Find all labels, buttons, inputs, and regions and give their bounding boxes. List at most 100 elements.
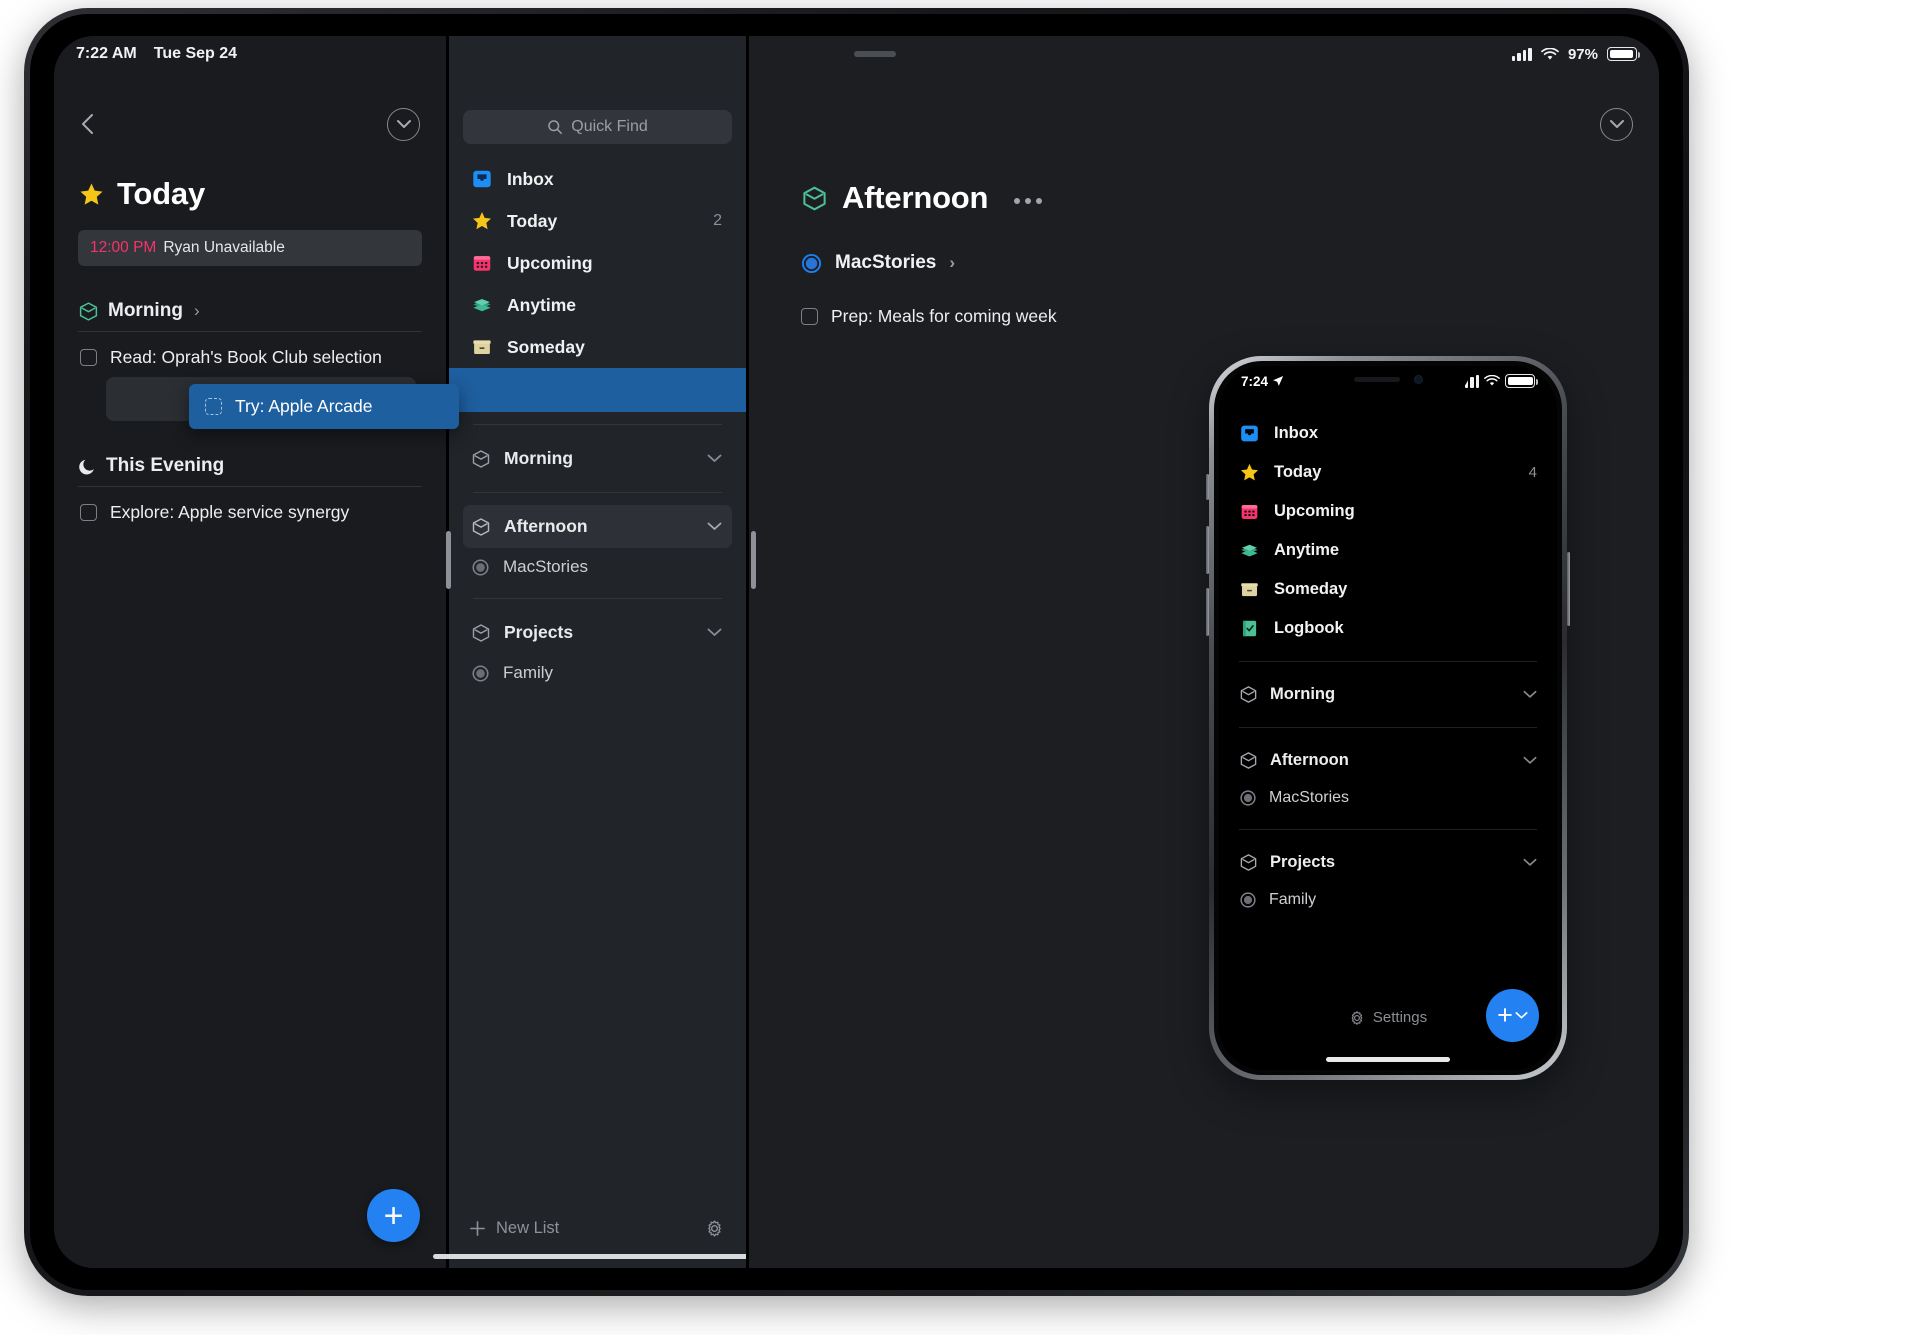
cellular-signal-icon [1511,47,1532,61]
screenshot-stage: 7:22 AM Tue Sep 24 97% Today 12:00 PM Ry… [0,0,1920,1335]
sidebar-item-upcoming[interactable]: Upcoming [1219,492,1557,531]
volume-up-button[interactable] [1206,526,1209,574]
section-header-this-evening[interactable]: This Evening [78,455,422,487]
chevron-left-icon[interactable] [76,111,102,137]
box-icon [1241,583,1258,597]
add-task-button[interactable]: + [1486,989,1539,1042]
chevron-down-icon[interactable] [707,454,722,463]
sidebar-item-anytime[interactable]: Anytime [1219,531,1557,570]
sidebar-divider [473,492,722,493]
today-header: Today [54,150,446,212]
sidebar-group-afternoon[interactable]: Afternoon [463,505,732,548]
list-divider [1239,829,1537,830]
chevron-down-icon[interactable] [1523,858,1537,867]
split-handle-right[interactable] [751,531,756,589]
sidebar-item-count: 2 [713,212,722,229]
sidebar-item-anytime[interactable]: Anytime [463,284,732,326]
dragged-task-card[interactable]: Try: Apple Arcade [189,384,459,429]
sidebar-item-inbox[interactable]: Inbox [1219,414,1557,453]
gear-icon[interactable] [705,1219,724,1238]
task-checkbox[interactable] [801,308,818,325]
plus-icon[interactable] [469,1220,486,1237]
sidebar-item-someday[interactable]: Someday [1219,570,1557,609]
sidebar-item-label: Logbook [1274,619,1344,637]
sidebar-group-label: Projects [1270,853,1336,871]
iphone-bezel: 7:24 Inbox Today 4 Upcoming Anytime Some… [1214,361,1562,1075]
sidebar-item-today[interactable]: Today 2 [463,200,732,242]
chevron-down-icon[interactable] [1515,1011,1528,1020]
volume-down-button[interactable] [1206,588,1209,636]
battery-percent-label: 97% [1567,45,1598,63]
project-circle-icon [472,558,489,576]
calendar-icon [1241,504,1258,519]
sidebar-project-label: MacStories [503,557,589,576]
chevron-down-icon[interactable] [1523,690,1537,699]
mute-switch[interactable] [1206,474,1209,500]
sidebar-item-someday[interactable]: Someday [463,326,732,368]
status-time: 7:24 [1241,373,1269,389]
chevron-down-circle-icon[interactable] [387,107,420,141]
section-header-morning[interactable]: Morning › [78,300,422,332]
ellipsis-icon[interactable] [1014,198,1043,204]
sidebar-group-afternoon[interactable]: Afternoon [1219,741,1557,780]
split-handle-left[interactable] [446,531,451,589]
sidebar-project-macstories[interactable]: MacStories [1219,780,1557,816]
sidebar-item-label: Inbox [507,168,554,189]
quick-find-input[interactable]: Quick Find [463,110,732,144]
home-indicator [432,1254,763,1259]
sidebar-divider [473,598,722,599]
multitask-grabber-icon[interactable] [853,51,896,57]
heading-cube-icon [1240,686,1257,703]
sidebar-pane: Quick Find Inbox Today 2 Upcoming Anytim… [432,36,763,1268]
sidebar-project-family[interactable]: Family [1219,882,1557,918]
task-row[interactable]: Prep: Meals for coming week [749,274,1659,327]
task-row[interactable]: Explore: Apple service synergy [78,487,422,538]
chevron-right-icon: › [949,253,956,272]
heading-cube-icon [1240,854,1257,871]
chevron-down-icon[interactable] [707,628,722,637]
power-button[interactable] [1567,552,1570,626]
task-row[interactable]: Read: Oprah's Book Club selection [78,332,422,383]
sidebar-group-morning[interactable]: Morning [463,437,732,480]
status-left: 7:22 AM Tue Sep 24 [76,45,237,63]
chevron-down-circle-icon[interactable] [1600,107,1633,141]
sidebar-project-macstories[interactable]: MacStories [463,548,732,586]
layers-icon [473,298,491,312]
sidebar-item-inbox[interactable]: Inbox [463,158,732,200]
sidebar-group-label: Afternoon [1270,751,1349,769]
new-list-row: New List [449,1219,746,1238]
sidebar-item-label: Someday [1274,580,1348,598]
sidebar-item-logbook[interactable]: Logbook [1219,609,1557,648]
sidebar-item-upcoming[interactable]: Upcoming [463,242,732,284]
calendar-event-time: 12:00 PM [90,239,157,256]
calendar-event-row[interactable]: 12:00 PM Ryan Unavailable [78,230,422,266]
sidebar-group-morning[interactable]: Morning [1219,675,1557,714]
section-label: Morning [108,300,183,321]
chevron-down-icon[interactable] [1523,756,1537,765]
sidebar-project-family[interactable]: Family [463,654,732,692]
task-checkbox[interactable] [205,398,222,415]
dragged-task-label: Try: Apple Arcade [235,396,373,416]
add-task-button[interactable]: + [367,1189,420,1242]
new-list-label[interactable]: New List [496,1219,559,1238]
status-grabber-wrap [237,51,1512,57]
sidebar-group-label: Afternoon [504,516,588,536]
status-left: 7:24 [1241,374,1284,389]
sidebar-group-projects[interactable]: Projects [1219,843,1557,882]
chevron-down-icon[interactable] [707,522,722,531]
iphone-screen: 7:24 Inbox Today 4 Upcoming Anytime Some… [1219,366,1557,1070]
sidebar-divider [473,424,722,425]
home-indicator [1326,1057,1450,1062]
sidebar-group-projects[interactable]: Projects [463,611,732,654]
detail-header: Afternoon [749,150,1659,216]
task-checkbox[interactable] [80,349,97,366]
wifi-icon [1484,375,1500,386]
sidebar-item-label: Today [507,210,558,231]
status-time: 7:22 AM [76,45,137,62]
task-checkbox[interactable] [80,504,97,521]
sidebar-item-today[interactable]: Today 4 [1219,453,1557,492]
detail-project-row[interactable]: MacStories › [749,216,1659,274]
detail-title: Afternoon [842,180,989,215]
heading-cube-icon [79,301,98,321]
task-label: Prep: Meals for coming week [831,306,1057,326]
